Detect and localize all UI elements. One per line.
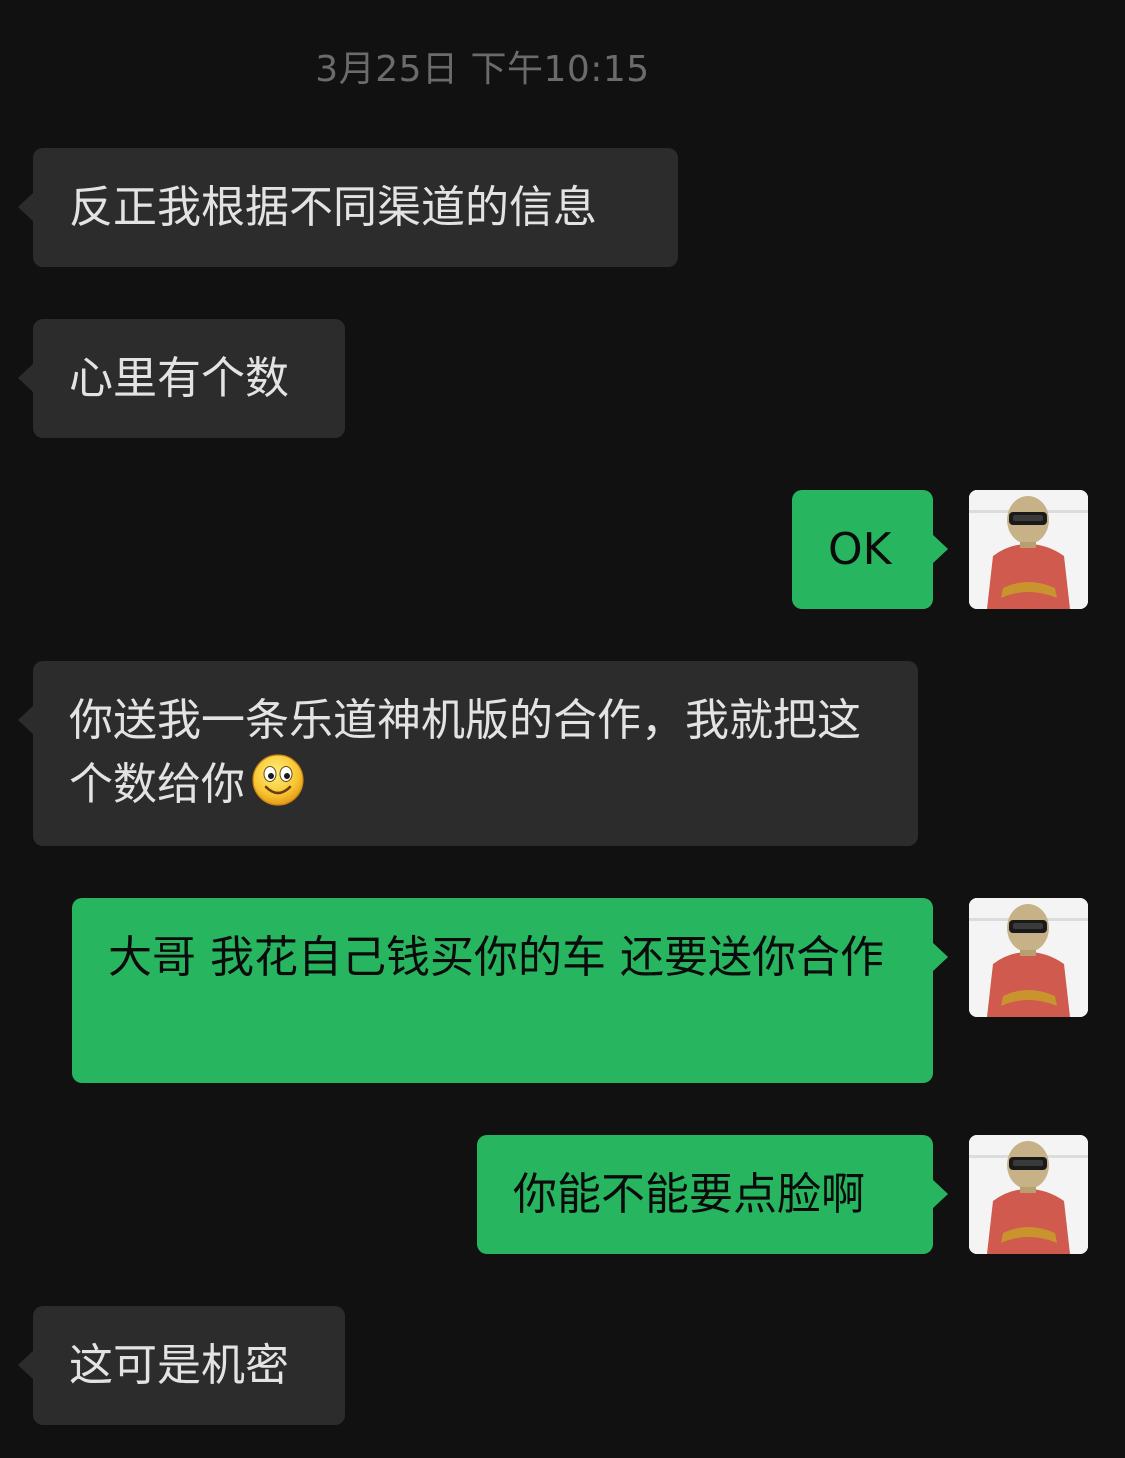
- avatar-image: [969, 1135, 1088, 1254]
- avatar-image: [969, 898, 1088, 1017]
- message-text: 心里有个数: [69, 353, 289, 404]
- outgoing-message-bubble[interactable]: 大哥 我花自己钱买你的车 还要送你合作: [72, 898, 948, 1083]
- message-text: 反正我根据不同渠道的信息: [69, 182, 597, 233]
- outgoing-message-bubble[interactable]: OK: [792, 490, 948, 609]
- avatar-image: [969, 490, 1088, 609]
- user-avatar[interactable]: [969, 490, 1088, 609]
- incoming-message-bubble[interactable]: 反正我根据不同渠道的信息: [18, 148, 678, 267]
- message-text: 这可是机密: [69, 1340, 289, 1391]
- message-text: 大哥 我花自己钱买你的车 还要送你合作: [108, 932, 884, 983]
- message-timestamp: 3月25日 下午10:15: [315, 49, 650, 90]
- message-text: OK: [828, 524, 892, 575]
- user-avatar[interactable]: [969, 1135, 1088, 1254]
- user-avatar[interactable]: [969, 898, 1088, 1017]
- incoming-message-bubble[interactable]: 你送我一条乐道神机版的合作，我就把这个数给你: [18, 661, 918, 846]
- incoming-message-bubble[interactable]: 这可是机密: [18, 1306, 345, 1425]
- message-text: 你送我一条乐道神机版的合作，我就把这个数给你: [69, 695, 861, 810]
- incoming-message-bubble[interactable]: 心里有个数: [18, 319, 345, 438]
- message-text: 你能不能要点脸啊: [513, 1169, 865, 1220]
- outgoing-message-bubble[interactable]: 你能不能要点脸啊: [477, 1135, 948, 1254]
- smiling-face-icon: [251, 753, 305, 807]
